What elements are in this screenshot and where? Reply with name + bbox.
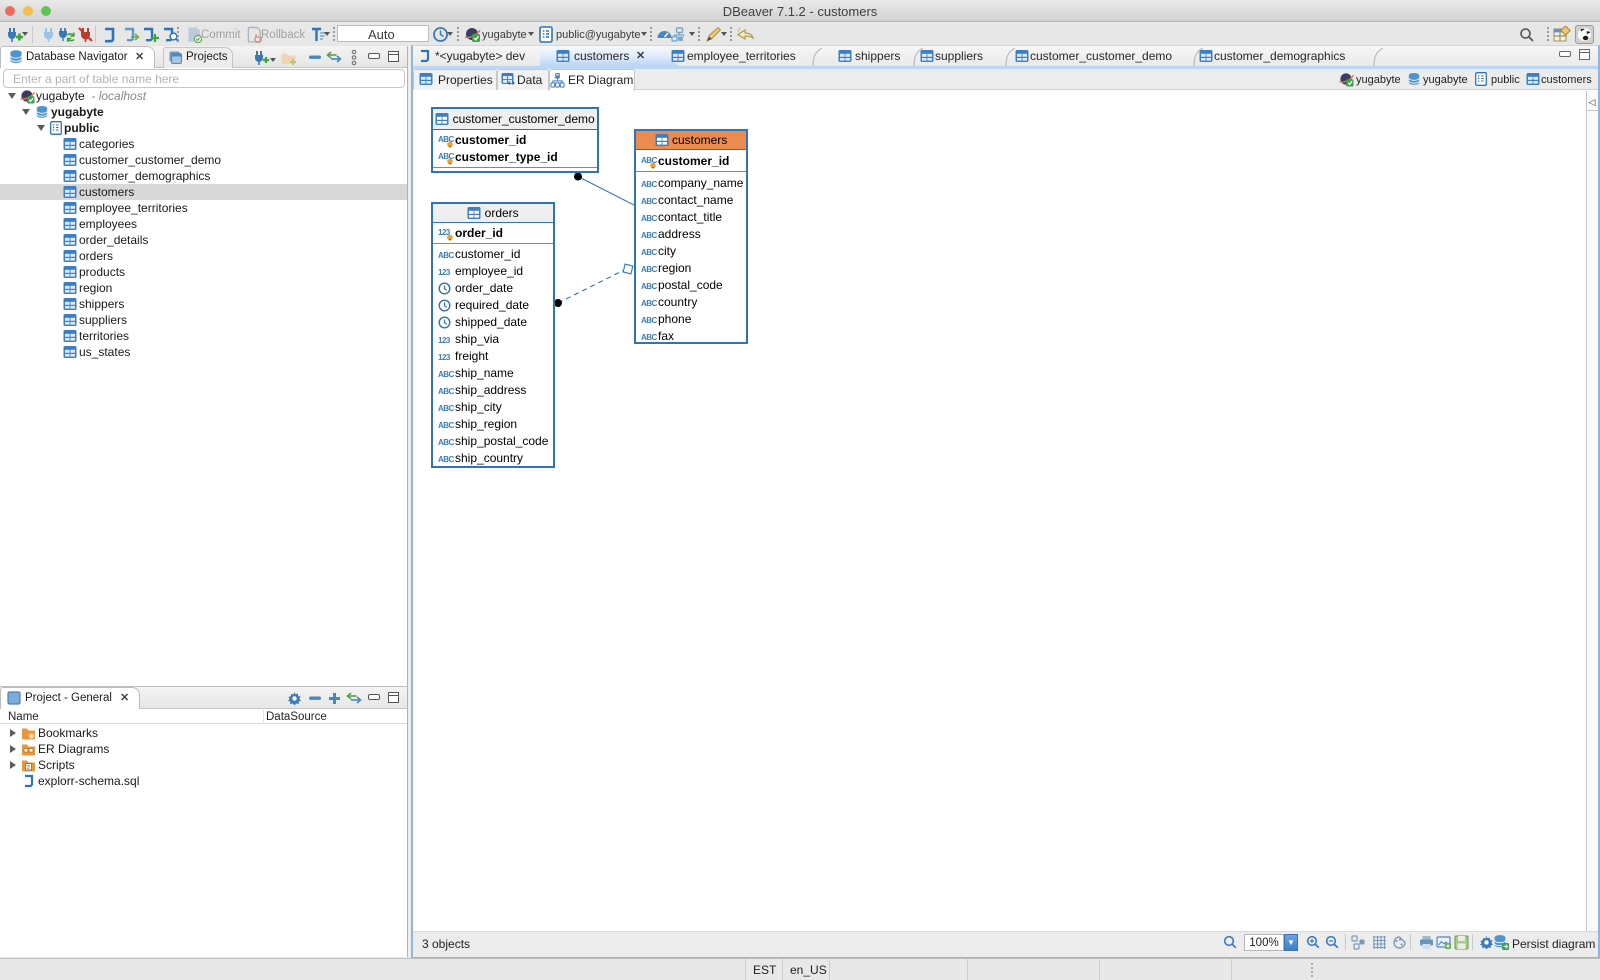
svg-text:123: 123	[438, 353, 451, 362]
svg-text:ABC: ABC	[438, 421, 455, 430]
svg-text:ABC: ABC	[438, 455, 455, 464]
svg-text:ABC: ABC	[641, 180, 658, 189]
svg-text:ABC: ABC	[641, 231, 658, 240]
svg-text:ABC: ABC	[641, 197, 658, 206]
svg-text:ABC: ABC	[641, 214, 658, 223]
svg-text:123: 123	[438, 336, 451, 345]
svg-text:ABC: ABC	[641, 265, 658, 274]
svg-text:ABC: ABC	[641, 316, 658, 325]
svg-text:123: 123	[438, 268, 451, 277]
svg-text:ABC: ABC	[438, 251, 455, 260]
svg-text:ABC: ABC	[641, 333, 658, 342]
svg-text:ABC: ABC	[438, 404, 455, 413]
svg-text:ABC: ABC	[641, 282, 658, 291]
svg-text:ABC: ABC	[438, 438, 455, 447]
svg-text:ABC: ABC	[641, 299, 658, 308]
svg-text:ABC: ABC	[641, 248, 658, 257]
svg-text:ABC: ABC	[438, 370, 455, 379]
svg-text:ABC: ABC	[438, 387, 455, 396]
